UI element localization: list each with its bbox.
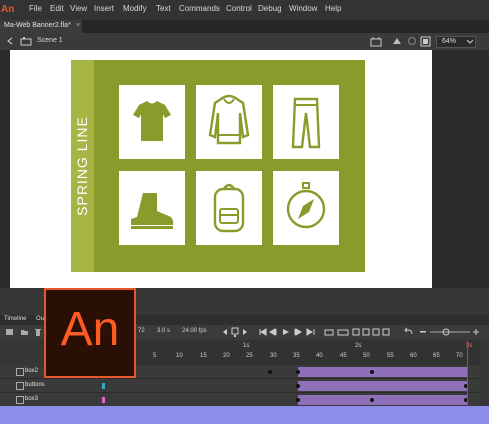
banner-artwork[interactable]: SPRING LINE [71, 60, 365, 272]
edit-multiple-frames-icon[interactable] [352, 328, 392, 336]
ruler-tick: 25 [246, 353, 253, 359]
tile-backpack [196, 171, 262, 245]
ruler-tick: 15 [200, 353, 207, 359]
timeline-bottom-strip [0, 406, 489, 424]
close-icon[interactable]: × [76, 22, 80, 29]
layer-icon [16, 382, 24, 390]
animate-logo-badge: An [44, 288, 136, 378]
ruler-tick: 5 [153, 353, 157, 359]
layer-row[interactable]: box3 [0, 393, 480, 407]
menu-window[interactable]: Window [289, 4, 317, 13]
layer-color-swatch[interactable] [102, 397, 105, 403]
menu-view[interactable]: View [70, 4, 87, 13]
pants-icon [291, 97, 321, 149]
timeline-ruler[interactable] [135, 341, 480, 365]
edit-bar: Scene 1 64% [0, 33, 489, 51]
layer-name[interactable]: buttons [25, 382, 45, 388]
document-tab-bar: Ma-Web Banner2.fla* × [0, 20, 489, 33]
chevron-down-icon [467, 39, 473, 44]
loop-onion-icon[interactable] [324, 328, 354, 336]
new-folder-icon[interactable] [20, 328, 29, 336]
playback-controls-icon[interactable] [259, 328, 317, 336]
layer-icon [16, 396, 24, 404]
chevron-right-icon[interactable] [242, 328, 248, 336]
boot-icon [131, 193, 174, 229]
tile-tshirt [119, 85, 185, 159]
menu-edit[interactable]: Edit [50, 4, 64, 13]
playhead[interactable] [467, 341, 468, 413]
zoom-slider[interactable] [420, 327, 480, 337]
tween-span[interactable] [298, 381, 468, 391]
tile-boot [119, 171, 185, 245]
tile-hoodie [196, 85, 262, 159]
ruler-tick: 30 [270, 353, 277, 359]
ruler-tick: 65 [433, 353, 440, 359]
document-tab-title: Ma-Web Banner2.fla* [4, 22, 71, 29]
menu-text[interactable]: Text [156, 4, 171, 13]
ruler-tick: 45 [340, 353, 347, 359]
new-layer-icon[interactable] [5, 328, 14, 336]
tshirt-icon [133, 101, 171, 141]
menu-help[interactable]: Help [325, 4, 341, 13]
hoodie-icon [208, 94, 250, 145]
menu-debug[interactable]: Debug [258, 4, 282, 13]
menu-control[interactable]: Control [226, 4, 252, 13]
ruler-tick: 10 [176, 353, 183, 359]
clip-stage-icon[interactable] [420, 36, 431, 47]
compass-icon [286, 182, 326, 229]
tab-timeline[interactable]: Timeline [4, 316, 26, 322]
menu-commands[interactable]: Commands [179, 4, 220, 13]
ruler-tick: 60 [410, 353, 417, 359]
tile-compass [273, 171, 339, 245]
menu-modify[interactable]: Modify [123, 4, 147, 13]
frame-rate[interactable]: 24.00 fps [182, 328, 207, 334]
ruler-second-2: 2s [355, 343, 362, 349]
document-tab[interactable]: Ma-Web Banner2.fla* × [0, 20, 82, 33]
undo-icon[interactable] [404, 327, 414, 337]
animate-logo-text: An [60, 303, 120, 356]
chevron-left-icon[interactable] [222, 328, 228, 336]
keyframe[interactable] [370, 370, 374, 374]
ruler-tick: 50 [363, 353, 370, 359]
layer-icon [16, 368, 24, 376]
center-frame-icon[interactable] [231, 327, 239, 337]
ruler-tick: 20 [223, 353, 230, 359]
menu-file[interactable]: File [29, 4, 42, 13]
zoom-select[interactable]: 64% [436, 36, 476, 48]
layer-color-swatch[interactable] [102, 383, 105, 389]
ruler-tick: 35 [293, 353, 300, 359]
layer-name[interactable]: box3 [25, 396, 38, 402]
trash-icon[interactable] [34, 328, 42, 336]
current-frame[interactable]: 72 [138, 328, 145, 334]
banner-side-bar: SPRING LINE [71, 60, 94, 272]
layer-row[interactable]: buttons [0, 379, 480, 393]
ruler-tick: 55 [387, 353, 394, 359]
keyframe[interactable] [296, 370, 300, 374]
tile-pants [273, 85, 339, 159]
tween-span[interactable] [298, 395, 468, 405]
backpack-icon [213, 183, 245, 233]
menu-bar: An File Edit View Insert Modify Text Com… [0, 0, 489, 20]
back-arrow-icon[interactable] [6, 37, 14, 45]
keyframe[interactable] [268, 370, 272, 374]
keyframe[interactable] [296, 398, 300, 402]
layer-name[interactable]: box2 [25, 368, 38, 374]
banner-title: SPRING LINE [74, 116, 90, 216]
tween-span[interactable] [298, 367, 468, 377]
current-time[interactable]: 3.0 s [157, 328, 170, 334]
zoom-value: 64% [442, 38, 457, 45]
ruler-tick: 70 [456, 353, 463, 359]
scene-label[interactable]: Scene 1 [37, 37, 63, 44]
ruler-tick: 40 [316, 353, 323, 359]
center-stage-icon[interactable] [407, 36, 417, 47]
rotate-stage-icon[interactable] [391, 36, 403, 47]
menu-insert[interactable]: Insert [94, 4, 114, 13]
ruler-second-1: 1s [243, 343, 250, 349]
app-logo[interactable]: An [1, 3, 15, 17]
keyframe[interactable] [370, 398, 374, 402]
keyframe[interactable] [296, 384, 300, 388]
edit-symbols-icon[interactable] [370, 36, 382, 47]
scene-icon [20, 37, 32, 46]
